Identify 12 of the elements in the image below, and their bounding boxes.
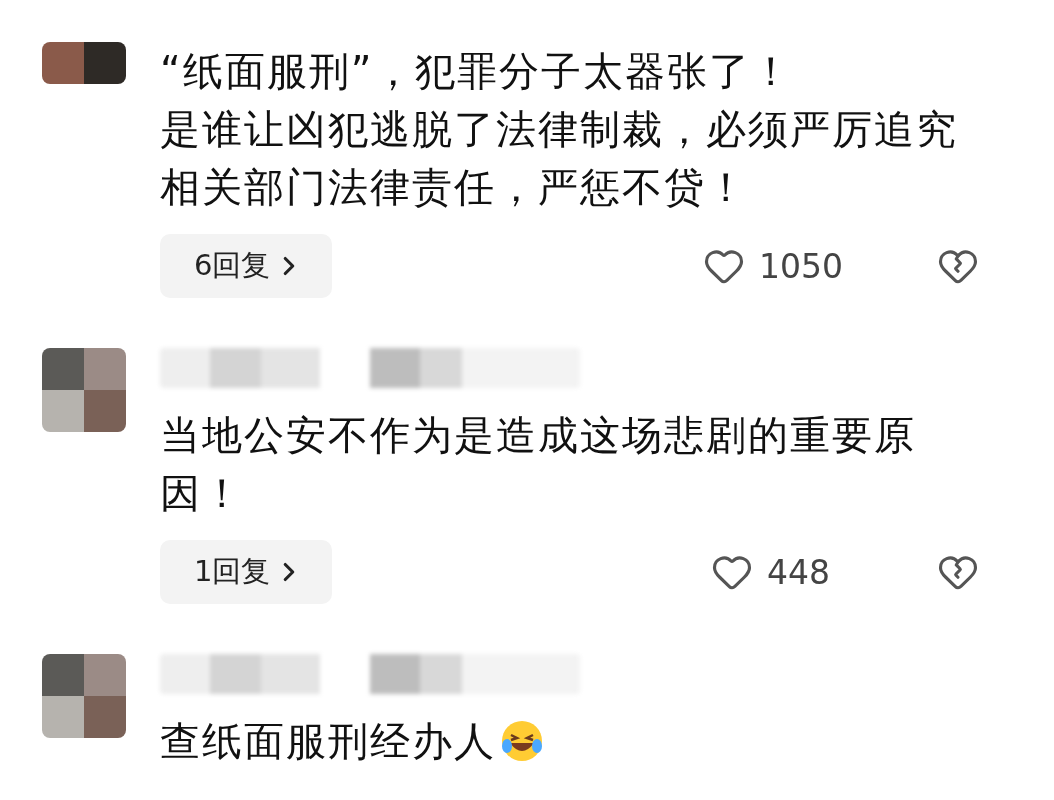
avatar[interactable] [42, 654, 126, 738]
like-count: 448 [767, 552, 831, 592]
comment-text: “纸面服刑”，犯罪分子太器张了！ [160, 47, 794, 96]
laughing-face-icon [500, 719, 544, 763]
comment-text: 当地公安不作为是造成这场悲剧的重要原因！ [160, 411, 917, 518]
avatar[interactable] [42, 42, 126, 84]
comment-text: 查纸面服刑经办人 [160, 717, 496, 766]
comment-text: 是谁让凶犯逃脱了法律制裁，必须严厉追究相关部门法律责任，严惩不贷！ [160, 105, 959, 212]
replies-button[interactable]: 6回复 [160, 234, 333, 298]
replies-button[interactable]: 1回复 [160, 540, 333, 604]
like-count: 1050 [759, 246, 843, 286]
avatar[interactable] [42, 348, 126, 432]
